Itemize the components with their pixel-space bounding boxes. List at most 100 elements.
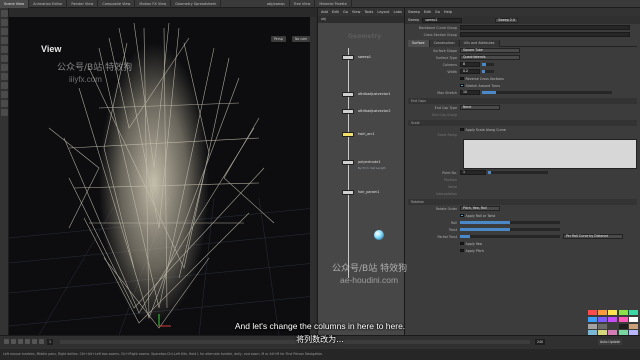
menu-layout[interactable]: Layout	[377, 10, 389, 14]
params-menu-sweep[interactable]: Sweep	[408, 10, 420, 14]
width-field[interactable]: 0.2	[460, 69, 480, 74]
palette-swatch[interactable]	[608, 310, 618, 315]
tab-motion-fx-view[interactable]: Motion FX View	[135, 0, 172, 8]
network-editor[interactable]: Add Edit Go View Tools Layout Labs Help …	[317, 8, 414, 335]
twist-slider[interactable]	[460, 228, 560, 231]
menu-labs[interactable]: Labs	[394, 10, 402, 14]
handle-tool-icon[interactable]	[1, 46, 8, 53]
watermark-url: iiiyfx.com	[69, 75, 102, 84]
param-row: End Cap Group	[405, 111, 640, 118]
param-label: Point No.	[442, 170, 457, 175]
node-polyextrude1[interactable]	[342, 160, 354, 165]
move-tool-icon[interactable]	[1, 19, 8, 26]
camera-menu-button[interactable]: No cam	[292, 36, 311, 42]
surface-shape-dropdown[interactable]: Square Tube	[460, 48, 520, 53]
reverse-cross-sections-checkbox[interactable]	[460, 76, 464, 81]
apply-pitch-checkbox[interactable]	[460, 248, 464, 253]
houdini-window: Scene View Animation Editor Render View …	[0, 0, 640, 360]
max-stretch-field[interactable]: 10	[460, 90, 480, 95]
tab-uvs-attributes[interactable]: UVs and Attributes	[459, 40, 500, 47]
params-menubar: Sweep Edit Go Help	[405, 8, 640, 16]
menu-edit[interactable]: Edit	[332, 10, 339, 14]
param-label: Stretch Around Turns	[465, 83, 501, 88]
tab-geometry-spreadsheet[interactable]: Geometry Spreadsheet	[171, 0, 221, 8]
edges-select-icon[interactable]	[1, 100, 8, 107]
params-menu-go[interactable]: Go	[435, 10, 440, 14]
network-canvas[interactable]: Geometry sweep1 attribadjustvector1 attr…	[318, 23, 405, 335]
apply-scale-checkbox[interactable]	[460, 127, 464, 132]
persp-menu-button[interactable]: Persp	[271, 36, 286, 42]
pose-tool-icon[interactable]	[1, 55, 8, 62]
palette-swatch[interactable]	[588, 310, 597, 315]
tab-render-view[interactable]: Render View	[67, 0, 99, 8]
palette-swatch[interactable]	[628, 310, 638, 315]
rotate-order-dropdown[interactable]: Pitch, Yaw, Roll	[460, 206, 500, 211]
group-select-icon[interactable]	[1, 82, 8, 89]
param-label: Apply Scale Along Curve	[465, 127, 506, 132]
view-tool-icon[interactable]	[1, 64, 8, 71]
param-row: Cross Section Group	[405, 31, 640, 38]
tab-network-obj[interactable]: obj/sweep	[263, 0, 290, 8]
node-attribadjustvector2[interactable]	[342, 109, 354, 114]
tab-composite-view[interactable]: Composite View	[98, 0, 136, 8]
width-slider[interactable]	[482, 70, 494, 73]
end-cap-type-dropdown[interactable]: None	[460, 105, 500, 110]
tab-construction[interactable]: Construction	[429, 40, 460, 47]
menu-view[interactable]: View	[352, 10, 361, 14]
node-twirl-arc1[interactable]	[342, 132, 354, 137]
menu-tools[interactable]: Tools	[364, 10, 373, 14]
stretch-around-turns-checkbox[interactable]	[460, 83, 464, 88]
point-no-field[interactable]: 1	[460, 170, 486, 175]
primitives-select-icon[interactable]	[1, 109, 8, 116]
param-row: End Cap Type None	[405, 104, 640, 111]
scene-viewport[interactable]: View Persp No cam 公众号/B站 特效狗 iiiyfx.com	[9, 8, 316, 335]
param-label: Partial Twist	[437, 234, 458, 239]
tab-scene-view[interactable]: Scene View	[0, 0, 30, 8]
roll-slider[interactable]	[460, 221, 560, 224]
point-no-slider[interactable]	[488, 171, 548, 174]
points-select-icon[interactable]	[1, 91, 8, 98]
cross-section-group-field[interactable]	[460, 32, 630, 37]
tab-animation-editor[interactable]: Animation Editor	[29, 0, 68, 8]
params-menu-edit[interactable]: Edit	[424, 10, 431, 14]
palette-swatch[interactable]	[618, 310, 628, 315]
params-menu-help[interactable]: Help	[444, 10, 452, 14]
param-row: Max Stretch 10	[405, 89, 640, 96]
max-stretch-slider[interactable]	[482, 91, 612, 94]
network-path-bar[interactable]: obj	[318, 16, 404, 23]
tab-material-palette[interactable]: Material Palette	[315, 0, 352, 8]
param-row: Backbone Curve Group	[405, 24, 640, 31]
param-label: Apply Pitch	[465, 248, 484, 253]
partial-twist-slider[interactable]	[460, 235, 560, 238]
columns-slider[interactable]	[482, 63, 494, 66]
scale-ramp-editor[interactable]	[463, 139, 637, 169]
tab-surface[interactable]: Surface	[408, 40, 430, 47]
param-row: Interpolation	[405, 190, 640, 197]
partial-twist-dropdown[interactable]: Per Roll Curve by Distance	[563, 234, 623, 239]
menu-add[interactable]: Add	[321, 10, 328, 14]
param-row: Stretch Around Turns	[405, 82, 640, 89]
menu-go[interactable]: Go	[343, 10, 348, 14]
palette-swatch[interactable]	[598, 310, 608, 315]
apply-yaw-checkbox[interactable]	[460, 241, 464, 246]
param-label: Surface Type	[435, 55, 457, 60]
node-name-field[interactable]: sweep1	[422, 17, 463, 23]
rotate-tool-icon[interactable]	[1, 28, 8, 35]
node-sweep1[interactable]	[342, 55, 354, 60]
backbone-group-field[interactable]	[460, 25, 630, 30]
viewport-display-toolbar[interactable]	[310, 17, 316, 335]
snap-tool-icon[interactable]	[1, 73, 8, 80]
apply-roll-twist-checkbox[interactable]	[460, 213, 464, 218]
node-attribadjustvector1[interactable]	[342, 92, 354, 97]
node-hair-param1[interactable]	[342, 190, 354, 195]
left-toolbar	[0, 8, 9, 336]
node-version-dropdown[interactable]: Sweep 2.0	[495, 17, 518, 23]
sphere-node-icon[interactable]	[374, 230, 384, 240]
param-label: Rotate Order	[435, 206, 457, 211]
param-label: Cross Section Group	[423, 32, 457, 37]
tab-tree-view[interactable]: Tree View	[290, 0, 316, 8]
columns-field[interactable]: 8	[460, 62, 480, 67]
surface-type-dropdown[interactable]: Quadrilaterals	[460, 55, 520, 60]
select-tool-icon[interactable]	[1, 10, 8, 17]
scale-tool-icon[interactable]	[1, 37, 8, 44]
